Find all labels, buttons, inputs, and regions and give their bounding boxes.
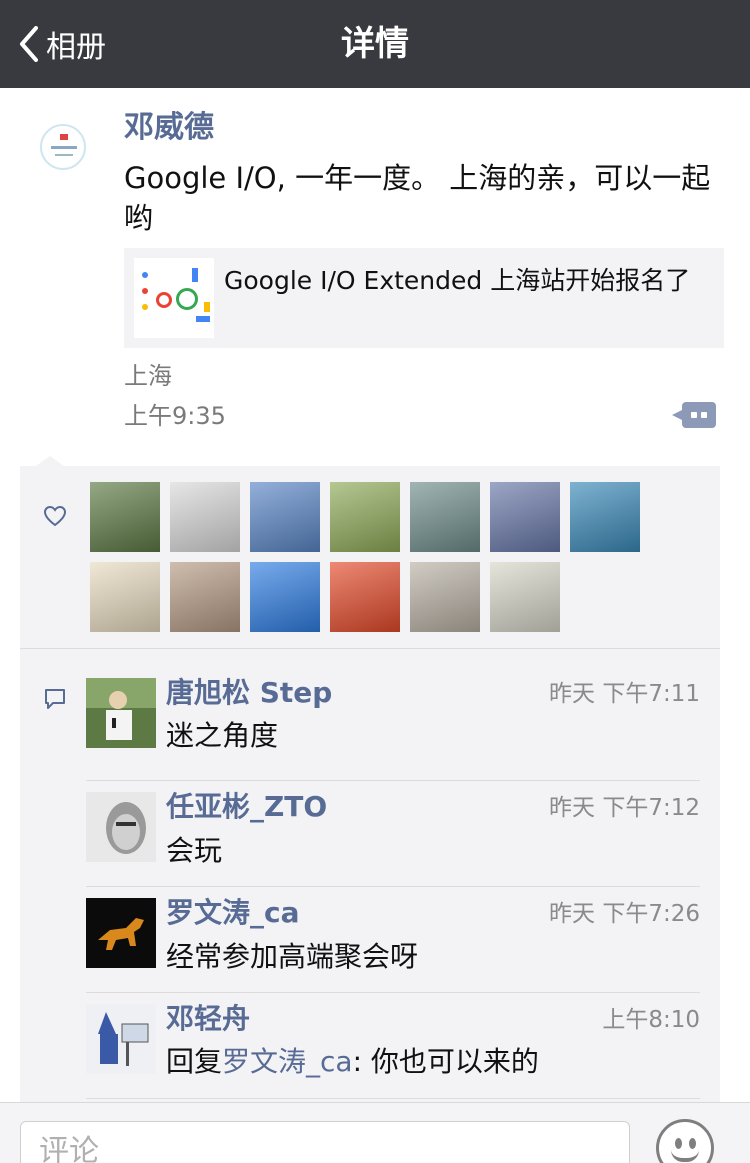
like-avatar[interactable] <box>90 482 160 552</box>
avatar-cartoon-girl <box>250 562 320 632</box>
like-avatar[interactable] <box>490 482 560 552</box>
page-title: 详情 <box>341 24 409 64</box>
like-avatar[interactable] <box>490 562 560 632</box>
comment-input-bar <box>0 1102 750 1163</box>
avatar-girl-guitar <box>170 562 240 632</box>
comment-divider <box>86 780 700 781</box>
like-avatar[interactable] <box>330 562 400 632</box>
comment-author[interactable]: 唐旭松 Step <box>166 675 332 711</box>
avatar-bw-portrait-image <box>86 792 156 862</box>
avatar-woman-flowers <box>490 562 560 632</box>
avatar-golden-horse-image <box>86 898 156 968</box>
comment-avatar[interactable] <box>86 792 156 862</box>
heart-icon <box>43 505 67 527</box>
comment-author[interactable]: 邓轻舟 <box>166 1001 250 1037</box>
panel-arrow <box>36 456 64 466</box>
comment-text[interactable]: 迷之角度 <box>166 718 278 754</box>
like-avatar[interactable] <box>570 482 640 552</box>
reply-text: : 你也可以来的 <box>352 1045 539 1078</box>
avatar-sky-building <box>250 482 320 552</box>
author-avatar[interactable] <box>40 124 86 170</box>
comment-divider <box>86 992 700 993</box>
emoji-button[interactable] <box>656 1119 714 1163</box>
avatar-woman-portrait <box>410 562 480 632</box>
comment-author[interactable]: 罗文涛_ca <box>166 895 300 931</box>
link-card[interactable]: Google I/O Extended 上海站开始报名了 <box>124 248 724 348</box>
like-avatar[interactable] <box>170 562 240 632</box>
avatar-landscape-man <box>90 482 160 552</box>
reply-prefix: 回复 <box>166 1045 223 1078</box>
post-text: Google I/O, 一年一度。 上海的亲，可以一起哟 <box>124 161 711 235</box>
comment-text[interactable]: 经常参加高端聚会呀 <box>166 939 418 975</box>
avatar-landscape-man-image <box>86 678 156 748</box>
comment-text[interactable]: 回复罗文涛_ca: 你也可以来的 <box>166 1044 539 1080</box>
panel-divider <box>20 648 720 649</box>
avatar-white-hair <box>170 482 240 552</box>
more-actions-button[interactable] <box>672 402 716 428</box>
avatar-red-chinese-boy <box>330 562 400 632</box>
comment-bubble-icon <box>45 689 65 709</box>
comment-avatar[interactable] <box>86 898 156 968</box>
comment-time: 昨天 下午7:12 <box>549 795 700 821</box>
comment-divider <box>86 1098 700 1099</box>
link-title: Google I/O Extended 上海站开始报名了 <box>224 266 691 295</box>
link-thumbnail <box>134 258 214 338</box>
avatar-silhouette-green <box>330 482 400 552</box>
like-avatar[interactable] <box>250 482 320 552</box>
comment-time: 昨天 下午7:11 <box>549 681 700 707</box>
avatar-horse-sky <box>410 482 480 552</box>
avatar-calligraphy <box>90 562 160 632</box>
reply-to-name[interactable]: 罗文涛_ca <box>222 1045 353 1078</box>
like-avatar[interactable] <box>330 482 400 552</box>
comment-author[interactable]: 任亚彬_ZTO <box>166 789 327 825</box>
post-time: 上午9:35 <box>124 402 226 430</box>
like-avatar[interactable] <box>90 562 160 632</box>
like-avatar[interactable] <box>250 562 320 632</box>
nav-bar: 相册 详情 <box>0 0 750 88</box>
avatar-wizard-image <box>86 1004 156 1074</box>
comment-avatar[interactable] <box>86 678 156 748</box>
post-author[interactable]: 邓威德 <box>124 108 214 148</box>
comment-divider <box>86 886 700 887</box>
comment-time: 上午8:10 <box>602 1007 700 1033</box>
like-avatar[interactable] <box>170 482 240 552</box>
comment-input[interactable] <box>20 1121 630 1163</box>
avatar-blue-sparkle <box>570 482 640 552</box>
like-avatar[interactable] <box>410 562 480 632</box>
comment-time: 昨天 下午7:26 <box>549 901 700 927</box>
like-avatar[interactable] <box>410 482 480 552</box>
avatar-mountains-mist <box>490 482 560 552</box>
post-location[interactable]: 上海 <box>124 360 172 392</box>
comment-text[interactable]: 会玩 <box>166 833 222 869</box>
comment-avatar[interactable] <box>86 1004 156 1074</box>
